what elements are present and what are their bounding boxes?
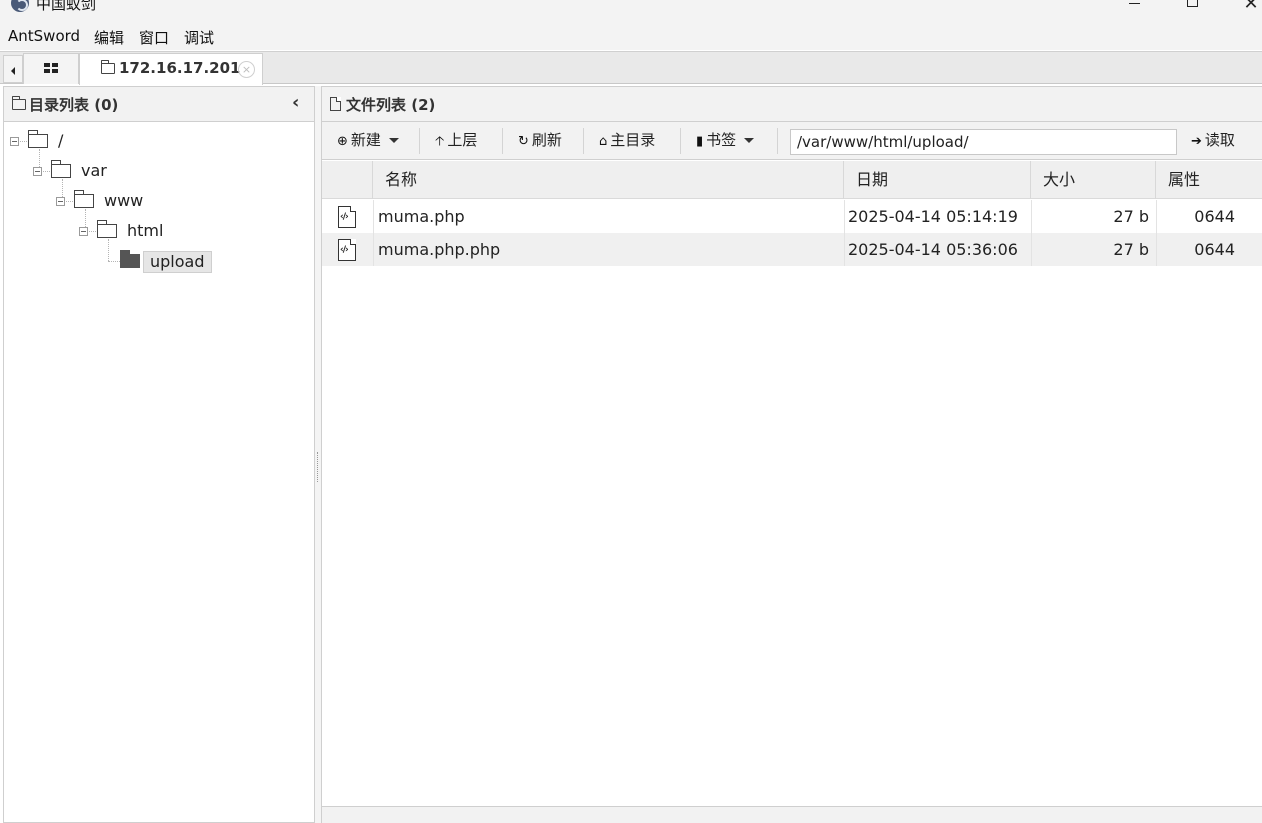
refresh-label: 刷新: [531, 131, 562, 149]
bookmark-label: 书签: [706, 131, 737, 149]
toolbar-divider: [777, 128, 778, 154]
tree-connector: [66, 201, 73, 202]
folder-icon: [28, 130, 48, 148]
title-bar: 中国蚁剑 ✕: [0, 0, 1262, 22]
folder-icon: [12, 96, 26, 110]
file-name: muma.php.php: [378, 240, 501, 259]
menu-window[interactable]: 窗口: [139, 27, 169, 48]
file-size: 27 b: [1113, 207, 1149, 226]
menu-debug[interactable]: 调试: [184, 27, 214, 48]
code-glyph: ‹/›: [340, 212, 349, 222]
code-file-icon: ‹/›: [338, 206, 356, 228]
directory-panel-title: 目录列表 (0): [29, 96, 119, 114]
code-file-icon: ‹/›: [338, 239, 356, 261]
tab-strip: 172.16.17.201 ×: [0, 51, 1262, 85]
splitter-grip: [317, 452, 319, 482]
toolbar-divider: [583, 128, 584, 154]
directory-panel-header: 目录列表 (0) ‹: [4, 87, 314, 122]
file-name: muma.php: [378, 207, 465, 226]
folder-icon: [97, 220, 117, 238]
folder-icon: [51, 160, 71, 178]
tree-connector: [20, 141, 27, 142]
minimize-button[interactable]: [1120, 0, 1150, 14]
home-dir-button[interactable]: ⌂ 主目录: [599, 126, 655, 154]
toolbar-divider: [502, 128, 503, 154]
new-button-label: 新建: [350, 131, 381, 149]
close-window-button[interactable]: ✕: [1236, 0, 1262, 14]
folder-icon: [101, 60, 115, 74]
folder-icon: [74, 190, 94, 208]
new-button[interactable]: ⊕ 新建: [337, 126, 399, 154]
maximize-button[interactable]: [1178, 0, 1208, 14]
arrow-right-icon: ➔: [1191, 134, 1202, 149]
menu-antsword[interactable]: AntSword: [8, 27, 80, 45]
read-path-label: 读取: [1204, 131, 1235, 149]
chevron-down-icon: [388, 138, 399, 143]
tab-session-label: 172.16.17.201: [119, 59, 241, 77]
file-panel-header: 文件列表 (2): [322, 87, 1262, 122]
tree-node-root[interactable]: /: [58, 131, 63, 150]
tree-collapse-toggle[interactable]: [10, 137, 19, 146]
file-attr: 0644: [1194, 240, 1235, 259]
tab-close-button[interactable]: ×: [238, 61, 255, 78]
read-path-button[interactable]: ➔ 读取: [1191, 126, 1235, 154]
file-icon: [330, 97, 341, 111]
minimize-icon: [1129, 3, 1140, 4]
window-title: 中国蚁剑: [36, 0, 97, 13]
home-dir-label: 主目录: [610, 131, 656, 149]
column-name-header[interactable]: 名称: [373, 161, 844, 199]
tab-home[interactable]: [23, 53, 79, 84]
path-input[interactable]: [790, 129, 1177, 155]
antsword-logo-icon: [11, 0, 29, 12]
tree-collapse-toggle[interactable]: [33, 167, 42, 176]
plus-circle-icon: ⊕: [337, 134, 348, 149]
tab-session[interactable]: 172.16.17.201 ×: [79, 53, 263, 85]
code-glyph: ‹/›: [340, 245, 349, 255]
tree-node-html[interactable]: html: [127, 221, 163, 240]
arrow-up-icon: 🡡: [435, 134, 445, 149]
file-panel-title: 文件列表 (2): [346, 96, 436, 114]
file-grid-header: 名称 日期 大小 属性: [322, 161, 1262, 199]
file-date: 2025-04-14 05:36:06: [848, 240, 1018, 259]
tree-connector: [89, 231, 96, 232]
grid-icon: [44, 63, 58, 74]
tree-collapse-toggle[interactable]: [79, 227, 88, 236]
bookmark-icon: ▮: [696, 134, 704, 149]
chevron-down-icon: [744, 138, 755, 143]
column-icon-header: [322, 161, 373, 199]
maximize-icon: [1187, 0, 1198, 7]
tab-scroll-left-button[interactable]: [3, 55, 23, 83]
file-date: 2025-04-14 05:14:19: [848, 207, 1018, 226]
folder-open-icon: [120, 250, 140, 268]
tree-node-www[interactable]: www: [104, 191, 143, 210]
file-panel-footer: [322, 806, 1262, 823]
column-attr-header[interactable]: 属性: [1156, 161, 1262, 199]
toolbar-divider: [419, 128, 420, 154]
directory-panel: 目录列表 (0) ‹ / var www html upload: [3, 86, 315, 823]
refresh-icon: ↻: [518, 134, 529, 149]
tree-node-upload[interactable]: upload: [143, 251, 212, 273]
column-size-header[interactable]: 大小: [1031, 161, 1156, 199]
file-toolbar: ⊕新建 🡡上层 ↻刷新 ⌂主目录 ▮书签 ➔读取: [322, 122, 1262, 160]
file-row[interactable]: ‹/› muma.php.php 2025-04-14 05:36:06 27 …: [322, 233, 1262, 266]
menu-bar: AntSword 编辑 窗口 调试: [0, 22, 1262, 50]
file-attr: 0644: [1194, 207, 1235, 226]
menu-edit[interactable]: 编辑: [94, 27, 124, 48]
tree-connector: [108, 239, 109, 261]
file-row[interactable]: ‹/› muma.php 2025-04-14 05:14:19 27 b 06…: [322, 200, 1262, 233]
tree-connector: [43, 171, 50, 172]
file-size: 27 b: [1113, 240, 1149, 259]
refresh-button[interactable]: ↻ 刷新: [518, 126, 562, 154]
parent-dir-button[interactable]: 🡡 上层: [435, 126, 477, 154]
parent-dir-label: 上层: [447, 131, 478, 149]
toolbar-divider: [680, 128, 681, 154]
bookmark-button[interactable]: ▮ 书签: [696, 126, 755, 154]
home-icon: ⌂: [599, 134, 608, 149]
collapse-panel-button[interactable]: ‹: [292, 92, 299, 113]
tree-node-var[interactable]: var: [81, 161, 107, 180]
file-panel: 文件列表 (2) ⊕新建 🡡上层 ↻刷新 ⌂主目录 ▮书签 ➔读取 名称 日期 …: [321, 86, 1262, 823]
column-date-header[interactable]: 日期: [844, 161, 1031, 199]
tree-collapse-toggle[interactable]: [56, 197, 65, 206]
